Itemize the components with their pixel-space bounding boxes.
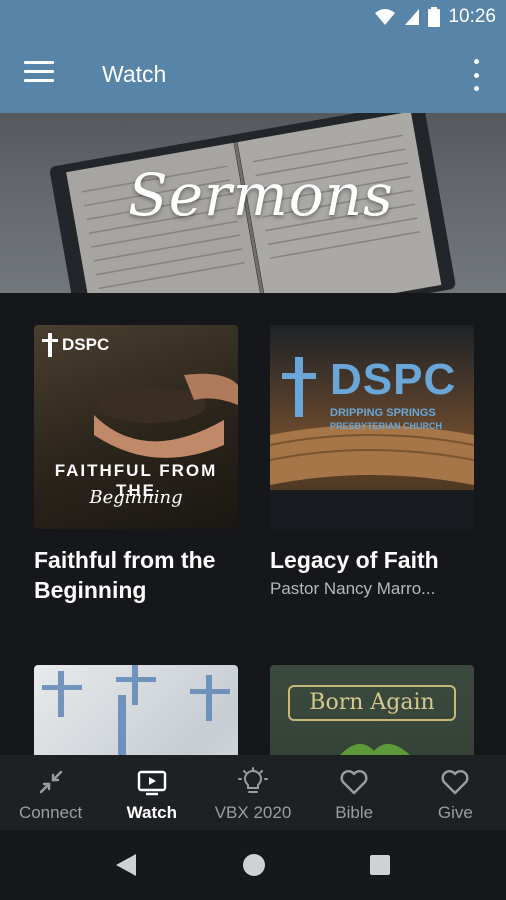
- nav-connect[interactable]: Connect: [0, 755, 101, 830]
- sermons-banner: Sermons: [0, 113, 506, 293]
- nav-give[interactable]: Give: [405, 755, 506, 830]
- sermon-title: Faithful from the Beginning: [34, 547, 216, 603]
- sermon-speaker: Pastor Nancy Marro...: [270, 579, 436, 598]
- status-bar: 10:26: [0, 0, 506, 37]
- thumb-caption-line2: Beginning: [89, 487, 183, 508]
- home-icon[interactable]: [242, 852, 266, 878]
- status-time: 10:26: [448, 6, 496, 27]
- sermon-card[interactable]: DSPC FAITHFUL FROM THE Beginning Faithfu…: [34, 325, 238, 605]
- recents-icon[interactable]: [369, 852, 391, 878]
- tv-icon: [137, 770, 166, 796]
- dspc-logo-text: DSPC: [330, 355, 457, 404]
- back-icon[interactable]: [114, 852, 138, 878]
- wifi-icon: [375, 9, 396, 25]
- heart-icon: [441, 770, 469, 795]
- heart-icon: [340, 770, 368, 795]
- nav-vbx-2020[interactable]: VBX 2020: [202, 755, 303, 830]
- bottom-navigation: Connect Watch VBX 2020 Bible Give: [0, 755, 506, 830]
- status-icons: 10:26: [374, 6, 496, 28]
- sprout-image: [340, 744, 410, 755]
- sermon-title: Legacy of Faith: [270, 547, 439, 573]
- sermon-thumbnail[interactable]: Born Again: [270, 665, 474, 755]
- connect-icon: [39, 770, 62, 794]
- thumb-caption-line2: PRESBYTERIAN CHURCH: [330, 421, 443, 431]
- hero-title: Sermons: [128, 161, 394, 229]
- sermon-card[interactable]: [34, 665, 238, 755]
- nav-watch[interactable]: Watch: [101, 755, 202, 830]
- thumb-caption-line1: DRIPPING SPRINGS: [330, 407, 436, 419]
- sermon-thumbnail[interactable]: DSPC FAITHFUL FROM THE Beginning: [34, 325, 238, 529]
- system-navigation-bar: [0, 830, 506, 900]
- nav-bible[interactable]: Bible: [304, 755, 405, 830]
- overflow-menu-icon[interactable]: [468, 59, 484, 91]
- sermon-card[interactable]: Born Again: [270, 665, 474, 755]
- app-bar: Watch: [0, 37, 506, 113]
- battery-icon: [428, 7, 441, 27]
- cell-signal-icon: [405, 9, 420, 25]
- cross-icon: [282, 357, 316, 417]
- sermon-grid: DSPC FAITHFUL FROM THE Beginning Faithfu…: [0, 293, 506, 755]
- page-title: Watch: [102, 61, 167, 87]
- sermon-thumbnail[interactable]: DSPC DRIPPING SPRINGS PRESBYTERIAN CHURC…: [270, 325, 474, 529]
- sermon-thumbnail[interactable]: [34, 665, 238, 755]
- crosses-pattern-image: [42, 665, 230, 755]
- lightbulb-icon: [238, 767, 268, 793]
- sermon-card[interactable]: DSPC DRIPPING SPRINGS PRESBYTERIAN CHURC…: [270, 325, 474, 599]
- hamburger-menu-icon[interactable]: [24, 61, 54, 87]
